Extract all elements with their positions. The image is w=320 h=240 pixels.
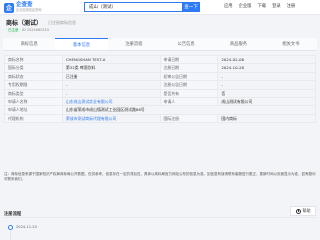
agency-link[interactable]: 荣成市测试商标代理有限公司 <box>62 114 161 124</box>
logo-mark: 企 <box>4 2 14 13</box>
help-icon <box>295 208 301 214</box>
logo-text: 企查查 企业信用信息查询 <box>16 2 42 13</box>
help-button[interactable]: 帮助 <box>290 206 316 216</box>
tab-trademark-info[interactable]: 商标信息 <box>3 38 55 50</box>
table-label: 申请人 <box>160 97 219 107</box>
tab-bar: 商标信息 基本信息 注册流程 公告信息 商品服务 相关文书 <box>3 38 317 51</box>
status-badge: 已注册 <box>6 28 21 33</box>
timeline-date: 2024-11-20 <box>16 225 37 229</box>
timeline-connector <box>10 231 11 240</box>
search-input[interactable] <box>84 2 182 12</box>
table-value: 2024-10-28 <box>218 64 316 73</box>
table-value: 国内商标 <box>218 114 316 124</box>
top-nav: 应用 企业版 下载 登录 注册 <box>224 2 295 12</box>
search-button[interactable]: 查一下 <box>182 2 200 12</box>
table-value: - <box>62 89 161 98</box>
info-table: 商标名称 CHENGSHAN TEST-A 申请日期 2024-02-06 国际… <box>4 55 316 124</box>
search-bar: 查一下 <box>84 2 200 12</box>
table-value: 2024-02-06 <box>218 56 316 65</box>
nav-item-register[interactable]: 注册 <box>287 2 296 12</box>
nav-item-download[interactable]: 下载 <box>257 2 266 12</box>
tab-goods-services[interactable]: 商品服务 <box>212 38 264 50</box>
table-row: 商标类型 - 是否共有 否 <box>5 89 316 98</box>
nav-item-enterprise[interactable]: 企业版 <box>239 2 252 12</box>
tab-documents[interactable]: 相关文书 <box>265 38 317 50</box>
table-label: 国际分类 <box>5 64 63 73</box>
table-value: - <box>218 81 316 90</box>
table-label: 申请人名称 <box>5 97 63 107</box>
table-label: 商标名称 <box>5 56 63 65</box>
table-label: 代理机构 <box>5 114 63 124</box>
table-label: 申请人地址 <box>5 106 63 115</box>
table-row: 代理机构 荣成市测试商标代理有限公司 国际注册 国内商标 <box>5 114 316 124</box>
page-subtitle: 已注册商标信息 <box>48 19 76 25</box>
table-row: 国际分类 第32类 啤酒饮料 注册日期 2024-10-28 <box>5 64 316 73</box>
top-header: 企 企查查 企业信用信息查询 查一下 应用 企业版 下载 登录 注册 <box>0 0 320 15</box>
table-row: 申请人地址 山东省荣成市成山镇测试工业园区测试路88号 <box>5 106 316 115</box>
table-row: 专用权期限 - 注册公告日期 - <box>5 81 316 90</box>
applicant-link[interactable]: 山东成山测试实业有限公司 <box>62 97 161 107</box>
table-value: 第32类 啤酒饮料 <box>62 64 161 73</box>
logo-sub-text: 企业信用信息查询 <box>16 7 42 12</box>
description-text: 注：商标信息来源于国家知识产权局商标局公开数据，仅供参考，信息存在一定的滞后性，… <box>4 172 316 181</box>
table-label: 专用权期限 <box>5 81 63 90</box>
page-title: 商标（测试） <box>6 20 43 27</box>
table-label: 是否共有 <box>160 89 219 98</box>
nav-item-apps[interactable]: 应用 <box>224 2 233 12</box>
help-button-label: 帮助 <box>302 208 311 213</box>
table-row: 商标名称 CHENGSHAN TEST-A 申请日期 2024-02-06 <box>5 56 316 65</box>
table-value: - <box>218 72 316 82</box>
table-row: 申请人名称 山东成山测试实业有限公司 申请人 成山测试有限公司 <box>5 97 316 107</box>
table-value: 已注册 <box>62 72 161 82</box>
table-label: 商标类型 <box>5 89 63 98</box>
tab-registration-flow[interactable]: 注册流程 <box>108 38 160 50</box>
table-row: 商标状态 已注册 初审公告日期 - <box>5 72 316 82</box>
table-label: 注册公告日期 <box>160 81 219 90</box>
tab-announcement[interactable]: 公告信息 <box>160 38 212 50</box>
table-label: 商标状态 <box>5 72 63 82</box>
logo[interactable]: 企 企查查 企业信用信息查询 <box>4 1 44 14</box>
table-label: 初审公告日期 <box>160 72 219 82</box>
timeline-dot-icon <box>8 225 13 230</box>
table-value: CHENGSHAN TEST-A <box>62 56 161 65</box>
table-value: - <box>62 81 161 90</box>
table-value: 山东省荣成市成山镇测试工业园区测试路88号 <box>62 106 316 115</box>
table-value: 否 <box>218 89 316 98</box>
table-label: 国际注册 <box>160 114 219 124</box>
registration-id: ID 2024060315 <box>22 28 50 32</box>
table-value: 成山测试有限公司 <box>218 97 316 107</box>
table-label: 申请日期 <box>160 56 219 65</box>
table-label: 注册日期 <box>160 64 219 73</box>
nav-item-login[interactable]: 登录 <box>272 2 281 12</box>
divider <box>4 217 316 218</box>
tab-basic-info[interactable]: 基本信息 <box>55 38 108 50</box>
